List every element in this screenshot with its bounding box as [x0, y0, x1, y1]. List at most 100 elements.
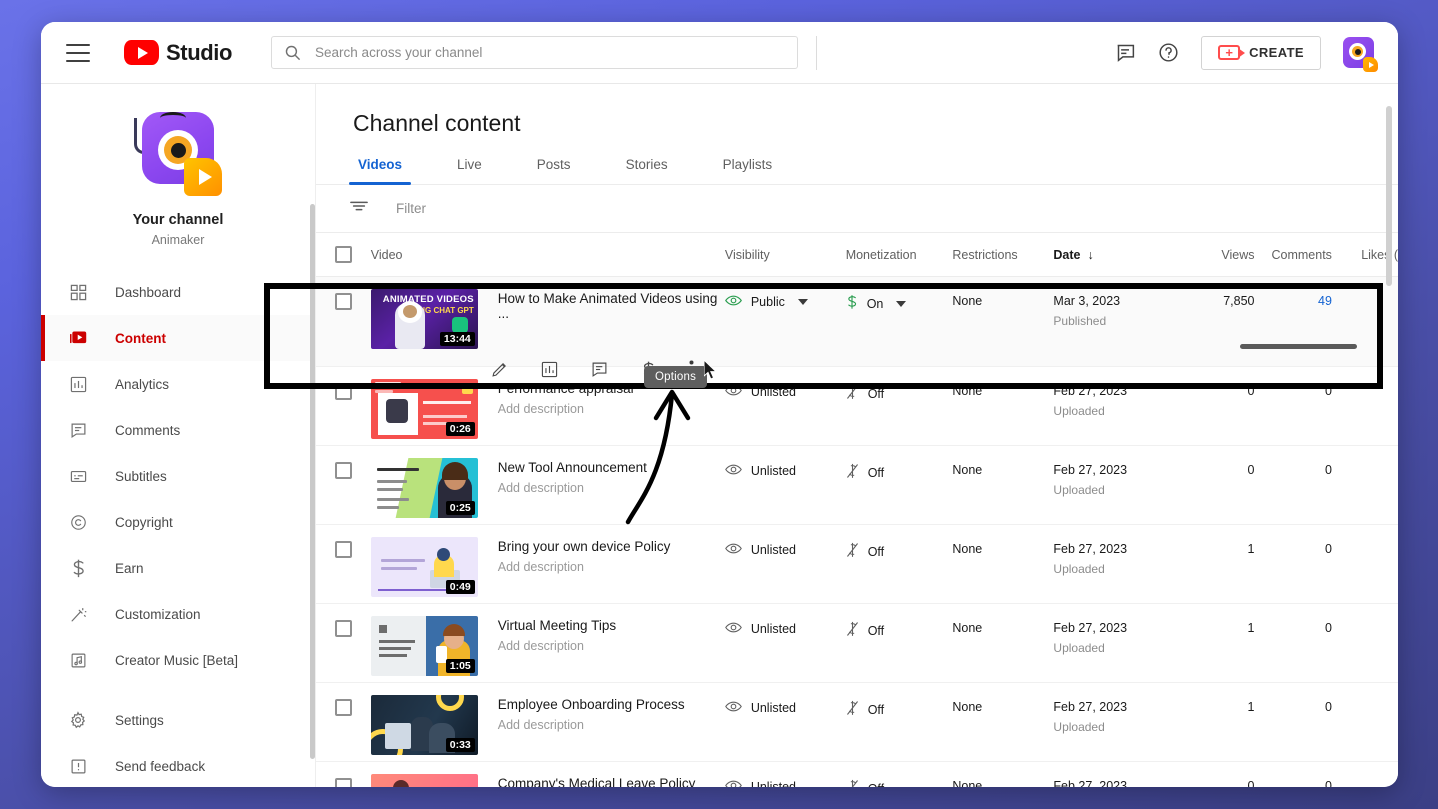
- tab-playlists[interactable]: Playlists: [718, 157, 778, 184]
- sidebar-item-settings[interactable]: Settings: [41, 697, 315, 743]
- search-input[interactable]: [315, 45, 798, 60]
- comment-icon[interactable]: [1115, 42, 1136, 63]
- visibility-cell[interactable]: Unlisted: [724, 537, 846, 558]
- sidebar-item-send-feedback[interactable]: Send feedback: [41, 743, 315, 787]
- column-header-date[interactable]: Date ↓: [1053, 248, 1180, 262]
- video-thumbnail[interactable]: 1:05: [370, 616, 478, 676]
- monetization-cell[interactable]: Off: [846, 458, 953, 482]
- sidebar-item-comments[interactable]: Comments: [41, 407, 315, 453]
- video-duration: 0:33: [445, 738, 475, 752]
- column-header-visibility[interactable]: Visibility: [725, 248, 846, 262]
- monetization-cell[interactable]: Off: [846, 695, 953, 719]
- visibility-cell[interactable]: Unlisted: [724, 458, 846, 479]
- column-header-restrictions[interactable]: Restrictions: [952, 248, 1053, 262]
- row-checkbox[interactable]: [334, 462, 352, 479]
- video-duration: 0:26: [445, 422, 475, 436]
- select-all-checkbox[interactable]: [334, 246, 352, 263]
- monetization-cell[interactable]: Off: [846, 774, 953, 787]
- row-checkbox[interactable]: [334, 620, 352, 637]
- video-meta: Bring your own device Policy Add descrip…: [498, 537, 671, 597]
- row-checkbox[interactable]: [334, 541, 352, 558]
- visibility-cell[interactable]: Unlisted: [724, 774, 846, 787]
- monetization-cell[interactable]: Off: [846, 537, 953, 561]
- content-scrollbar[interactable]: [1386, 106, 1392, 286]
- video-description[interactable]: Add description: [498, 718, 685, 732]
- tab-live[interactable]: Live: [452, 157, 487, 184]
- studio-logo[interactable]: Studio: [124, 40, 232, 66]
- video-description[interactable]: Add description: [498, 639, 616, 653]
- sidebar-item-dashboard[interactable]: Dashboard: [41, 269, 315, 315]
- video-title[interactable]: Bring your own device Policy: [498, 539, 671, 554]
- table-row[interactable]: Company's Medical Leave Policy Unlisted: [316, 762, 1398, 787]
- tab-posts[interactable]: Posts: [532, 157, 576, 184]
- chevron-down-icon[interactable]: [797, 299, 808, 305]
- tab-videos[interactable]: Videos: [348, 157, 412, 185]
- row-checkbox[interactable]: [334, 699, 352, 716]
- video-title[interactable]: Performance appraisal: [498, 381, 634, 396]
- hamburger-icon[interactable]: [66, 43, 90, 62]
- table-row[interactable]: 1:05 Virtual Meeting Tips Add descriptio…: [316, 604, 1398, 683]
- sidebar-item-copyright[interactable]: Copyright: [41, 499, 315, 545]
- column-header-comments[interactable]: Comments: [1255, 248, 1331, 262]
- sidebar-item-customization[interactable]: Customization: [41, 591, 315, 637]
- sidebar-item-analytics[interactable]: Analytics: [41, 361, 315, 407]
- video-description[interactable]: Add description: [498, 560, 671, 574]
- row-checkbox[interactable]: [334, 383, 352, 400]
- row-checkbox[interactable]: [334, 778, 352, 787]
- sidebar-item-content[interactable]: Content: [41, 315, 315, 361]
- video-description[interactable]: Add description: [498, 481, 647, 495]
- table-row[interactable]: 0:25 New Tool Announcement Add descripti…: [316, 446, 1398, 525]
- column-header-video[interactable]: Video: [371, 248, 725, 262]
- video-description[interactable]: Add description: [498, 402, 634, 416]
- views-cell: 1: [1247, 700, 1255, 714]
- video-title[interactable]: How to Make Animated Videos using ...: [498, 291, 725, 321]
- table-row[interactable]: 0:33 Employee Onboarding Process Add des…: [316, 683, 1398, 762]
- create-button[interactable]: + CREATE: [1201, 35, 1321, 70]
- filter-input[interactable]: Filter: [396, 201, 426, 216]
- views-cell: 1: [1247, 542, 1255, 556]
- video-thumbnail[interactable]: 0:49: [370, 537, 478, 597]
- table-row[interactable]: 0:49 Bring your own device Policy Add de…: [316, 525, 1398, 604]
- filter-icon[interactable]: [350, 199, 368, 218]
- video-title[interactable]: New Tool Announcement: [498, 460, 647, 475]
- mouse-cursor-icon: [703, 358, 719, 386]
- column-header-views[interactable]: Views: [1181, 248, 1254, 262]
- eye-unlisted-icon: [724, 700, 742, 716]
- search-box[interactable]: [271, 36, 799, 69]
- visibility-cell[interactable]: Public: [724, 289, 846, 310]
- column-header-monetization[interactable]: Monetization: [846, 248, 953, 262]
- channel-avatar-icon[interactable]: [1343, 37, 1378, 72]
- video-thumbnail[interactable]: 0:33: [370, 695, 478, 755]
- comments-cell: 0: [1324, 463, 1332, 477]
- table-row[interactable]: ANIMATED VIDEOS USING CHAT GPT 13:44 How …: [316, 277, 1398, 379]
- video-meta: New Tool Announcement Add description: [498, 458, 647, 518]
- comments-cell[interactable]: 49: [1255, 289, 1332, 308]
- monetization-cell[interactable]: Off: [846, 616, 953, 640]
- sidebar-item-label: Send feedback: [115, 758, 206, 774]
- question-circle-icon[interactable]: [1158, 42, 1179, 63]
- visibility-cell[interactable]: Unlisted: [724, 695, 846, 716]
- chevron-down-icon[interactable]: [896, 300, 907, 307]
- sidebar-item-subtitles[interactable]: Subtitles: [41, 453, 315, 499]
- sidebar-scrollbar[interactable]: [310, 204, 315, 759]
- video-thumbnail[interactable]: ANIMATED VIDEOS USING CHAT GPT 13:44: [370, 289, 478, 349]
- visibility-cell[interactable]: Unlisted: [724, 379, 846, 400]
- video-title[interactable]: Employee Onboarding Process: [498, 697, 685, 712]
- row-checkbox[interactable]: [334, 293, 352, 310]
- table-row[interactable]: 0:26 Performance appraisal Add descripti…: [316, 367, 1398, 446]
- tab-stories[interactable]: Stories: [621, 157, 673, 184]
- eye-unlisted-icon: [724, 384, 742, 400]
- sidebar-item-creator-music[interactable]: Creator Music [Beta]: [41, 637, 315, 683]
- tab-label: Videos: [358, 157, 403, 172]
- monetization-cell[interactable]: On: [846, 289, 953, 313]
- visibility-cell[interactable]: Unlisted: [724, 616, 846, 637]
- monetization-cell[interactable]: Off: [846, 379, 953, 403]
- video-thumbnail[interactable]: 0:26: [370, 379, 478, 439]
- video-thumbnail[interactable]: 0:25: [370, 458, 478, 518]
- video-title[interactable]: Virtual Meeting Tips: [498, 618, 616, 633]
- sidebar-item-label: Copyright: [115, 514, 173, 530]
- horizontal-scrollbar[interactable]: [1240, 344, 1357, 349]
- video-thumbnail[interactable]: [370, 774, 478, 787]
- sidebar-item-earn[interactable]: Earn: [41, 545, 315, 591]
- video-title[interactable]: Company's Medical Leave Policy: [498, 776, 696, 787]
